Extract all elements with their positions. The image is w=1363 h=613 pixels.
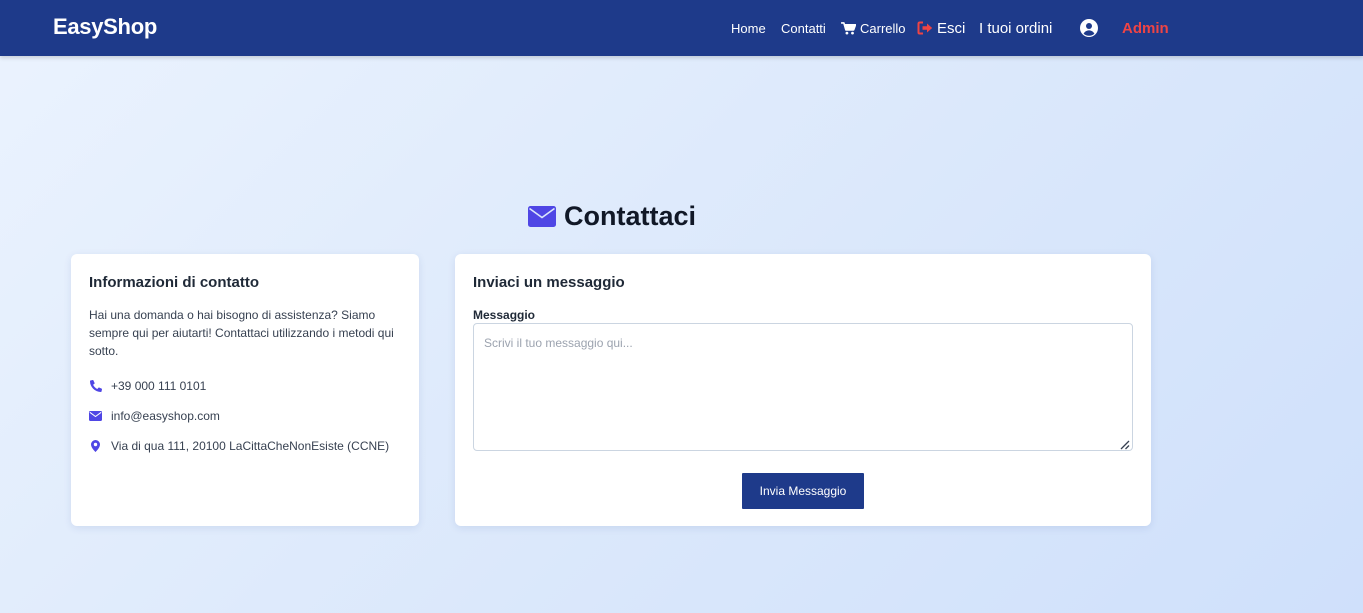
message-field-label: Messaggio	[473, 308, 536, 322]
contact-info-description: Hai una domanda o hai bisogno di assiste…	[89, 308, 394, 358]
nav-admin-label: Admin	[1122, 19, 1169, 37]
nav-contatti-label: Contatti	[781, 20, 826, 36]
nav-contatti[interactable]: Contatti	[781, 0, 826, 56]
contact-phone-row: +39 000 111 0101	[89, 378, 206, 394]
top-navbar: EasyShop Home Contatti Carrello Esci I t…	[0, 0, 1363, 56]
nav-profile[interactable]	[1080, 0, 1098, 56]
email-icon	[89, 411, 102, 421]
nav-ordini-label: I tuoi ordini	[979, 19, 1053, 37]
contact-phone: +39 000 111 0101	[111, 379, 207, 393]
message-form-title: Inviaci un messaggio	[473, 274, 625, 291]
brand-logo[interactable]: EasyShop	[53, 14, 157, 40]
send-message-button[interactable]: Invia Messaggio	[742, 473, 864, 509]
contact-email-row: info@easyshop.com	[89, 408, 220, 424]
nav-admin[interactable]: Admin	[1122, 0, 1169, 56]
contact-info-title: Informazioni di contatto	[89, 274, 259, 291]
nav-home-label: Home	[731, 20, 766, 36]
page-title: Contattaci	[528, 198, 696, 234]
cart-icon	[841, 21, 856, 35]
nav-ordini[interactable]: I tuoi ordini	[979, 0, 1052, 56]
nav-carrello[interactable]: Carrello	[841, 0, 906, 56]
contact-address-row: Via di qua 111, 20100 LaCittaCheNonEsist…	[89, 438, 389, 454]
map-marker-icon	[89, 440, 102, 452]
page-title-text: Contattaci	[564, 200, 697, 231]
contact-address: Via di qua 111, 20100 LaCittaCheNonEsist…	[111, 439, 390, 453]
resize-handle-icon[interactable]	[1119, 437, 1130, 450]
sign-out-icon	[917, 21, 933, 35]
nav-esci-label: Esci	[937, 19, 966, 37]
message-textarea[interactable]	[473, 323, 1133, 451]
nav-home[interactable]: Home	[731, 0, 766, 56]
phone-icon	[89, 380, 102, 392]
envelope-icon	[528, 205, 556, 227]
nav-carrello-label: Carrello	[860, 20, 906, 36]
contact-info-card: Informazioni di contatto Hai una domanda…	[71, 254, 419, 526]
nav-esci[interactable]: Esci	[917, 0, 965, 56]
user-circle-icon	[1080, 19, 1098, 37]
message-form-card: Inviaci un messaggio Messaggio Invia Mes…	[455, 254, 1151, 526]
contact-email[interactable]: info@easyshop.com	[111, 409, 220, 423]
